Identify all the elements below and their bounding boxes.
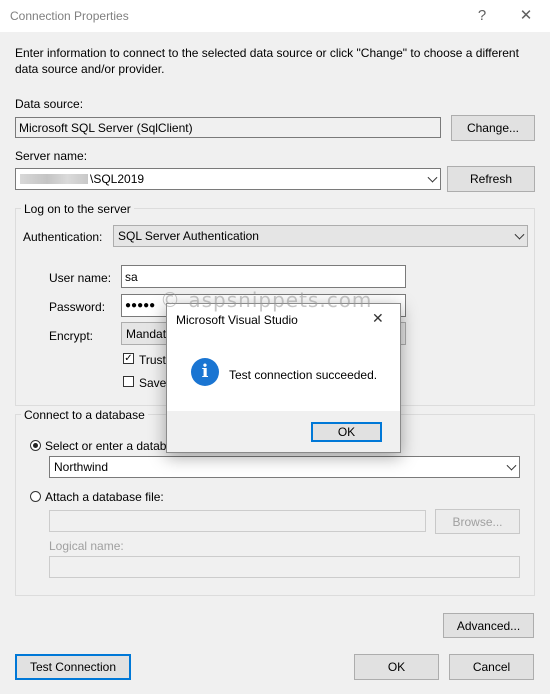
browse-button[interactable]: Browse... — [435, 509, 520, 534]
save-password-label: Save — [139, 376, 167, 390]
close-icon[interactable]: ✕ — [511, 4, 541, 28]
user-name-value: sa — [125, 269, 138, 284]
checkmark-icon: ✓ — [124, 353, 133, 364]
cancel-button[interactable]: Cancel — [449, 654, 534, 680]
logical-name-input[interactable] — [49, 556, 520, 578]
data-source-label: Data source: — [15, 97, 84, 111]
message-box-title: Microsoft Visual Studio — [176, 313, 298, 327]
help-button[interactable]: ? — [467, 4, 497, 28]
logon-group-label: Log on to the server — [21, 202, 134, 216]
attach-file-radio[interactable] — [30, 491, 41, 502]
server-name-combo[interactable]: \SQL2019 — [15, 168, 441, 190]
data-source-value: Microsoft SQL Server (SqlClient) — [19, 120, 193, 135]
message-box: Microsoft Visual Studio ✕ i Test connect… — [166, 303, 401, 453]
attach-file-input[interactable] — [49, 510, 426, 532]
info-icon: i — [191, 358, 219, 386]
select-database-radio[interactable] — [30, 440, 41, 451]
data-source-field: Microsoft SQL Server (SqlClient) — [15, 117, 441, 138]
encrypt-label: Encrypt: — [49, 329, 94, 343]
authentication-label: Authentication: — [23, 230, 103, 244]
test-connection-button[interactable]: Test Connection — [15, 654, 131, 680]
chevron-down-icon[interactable] — [514, 229, 525, 240]
authentication-combo[interactable]: SQL Server Authentication — [113, 225, 528, 247]
ok-button[interactable]: OK — [354, 654, 439, 680]
server-name-label: Server name: — [15, 149, 88, 163]
redacted-server-host — [20, 174, 88, 184]
encrypt-value: Mandat — [126, 326, 167, 341]
watermark: © aspsnippets.com — [160, 288, 373, 312]
chevron-down-icon[interactable] — [427, 172, 438, 183]
advanced-button[interactable]: Advanced... — [443, 613, 534, 638]
select-database-label: Select or enter a databa — [45, 439, 174, 453]
database-group-label: Connect to a database — [21, 408, 148, 422]
refresh-button[interactable]: Refresh — [447, 166, 535, 192]
authentication-value: SQL Server Authentication — [118, 229, 259, 243]
change-button[interactable]: Change... — [451, 115, 535, 141]
logical-name-label: Logical name: — [49, 539, 124, 553]
trust-label: Trust — [139, 353, 166, 367]
database-name-combo[interactable]: Northwind — [49, 456, 520, 478]
intro-text: Enter information to connect to the sele… — [15, 46, 519, 76]
user-name-input[interactable]: sa — [121, 265, 406, 288]
database-name-value: Northwind — [54, 460, 109, 474]
window-title: Connection Properties — [10, 9, 129, 23]
message-box-body: i Test connection succeeded. — [167, 334, 400, 411]
trust-checkbox[interactable]: ✓ — [123, 353, 134, 364]
user-name-label: User name: — [49, 271, 112, 285]
close-icon[interactable]: ✕ — [372, 310, 384, 327]
password-label: Password: — [49, 300, 106, 314]
chevron-down-icon[interactable] — [506, 460, 517, 471]
message-text: Test connection succeeded. — [229, 368, 378, 382]
server-name-value: \SQL2019 — [90, 172, 145, 186]
password-mask: ●●●●● — [125, 300, 156, 311]
message-ok-button[interactable]: OK — [311, 422, 382, 442]
attach-file-label: Attach a database file: — [45, 490, 164, 504]
save-password-checkbox[interactable] — [123, 376, 134, 387]
